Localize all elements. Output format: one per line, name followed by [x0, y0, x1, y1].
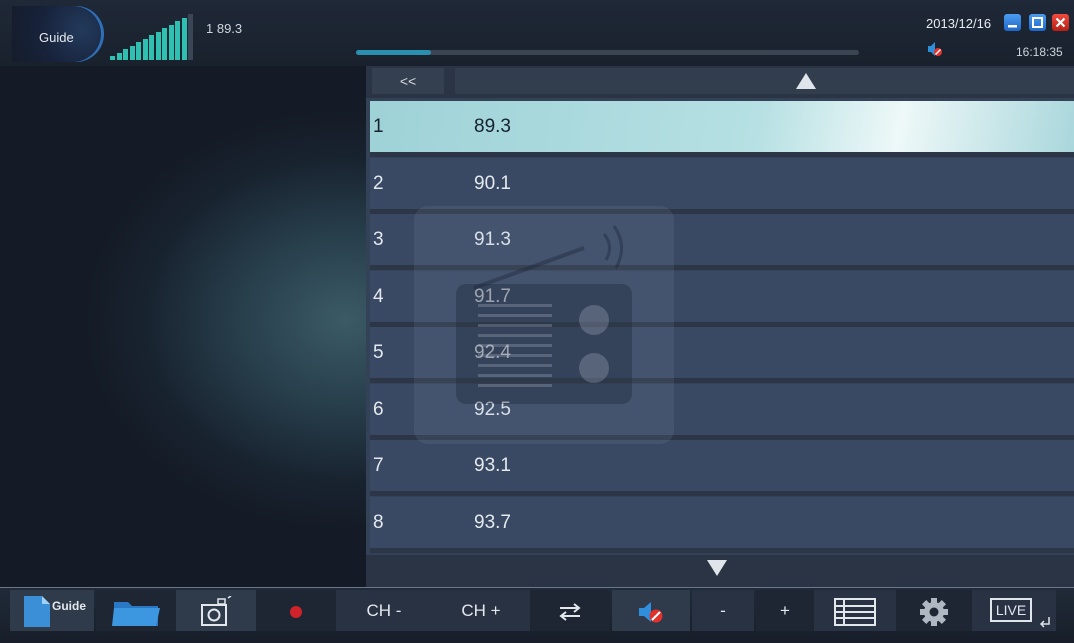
- mute-status-icon: [928, 42, 942, 56]
- record-icon: [290, 605, 302, 618]
- live-label: LIVE: [995, 602, 1027, 618]
- document-icon: [24, 596, 50, 627]
- signal-bar: [142, 38, 148, 60]
- channel-frequency: 91.3: [474, 229, 511, 250]
- channel-row[interactable]: 2 90.1: [370, 157, 1074, 214]
- channel-number: 2: [373, 172, 384, 194]
- channel-row[interactable]: 6 92.5: [370, 383, 1074, 440]
- channel-row[interactable]: 7 93.1: [370, 440, 1074, 496]
- channel-frequency: 91.7: [474, 285, 511, 307]
- channel-number: 4: [373, 285, 384, 307]
- channel-row[interactable]: 5 92.4: [370, 327, 1074, 383]
- channel-row[interactable]: 4 91.7: [370, 270, 1074, 327]
- signal-bar: [181, 17, 187, 60]
- signal-bar: [175, 21, 180, 60]
- progress-bar[interactable]: [356, 50, 859, 55]
- list-icon: [834, 597, 876, 626]
- signal-bar: [110, 56, 115, 60]
- app-window: Guide 1 89.3 2013/12/16 16:18:35 << 1 89…: [0, 0, 1074, 643]
- return-arrow-icon: [1040, 617, 1050, 628]
- channel-number: 6: [373, 398, 384, 420]
- settings-button[interactable]: [896, 590, 972, 631]
- live-tv-icon: LIVE: [990, 598, 1032, 622]
- channel-frequency: 93.1: [474, 455, 511, 476]
- list-header: <<: [366, 66, 1074, 98]
- guide-button-label: Guide: [52, 599, 87, 613]
- channel-frequency: 93.7: [474, 511, 511, 533]
- back-button[interactable]: <<: [372, 68, 444, 94]
- close-button[interactable]: [1052, 14, 1069, 31]
- channel-number: 3: [373, 229, 384, 250]
- mute-icon: [639, 601, 663, 623]
- signal-bar: [155, 31, 161, 60]
- channel-list-panel: << 1 89.3 2 90.1 3 91.3 4 91.7 5 92.4 6 92.5 7 93.1 8 9…: [366, 66, 1074, 587]
- current-frequency: 1 89.3: [206, 21, 243, 36]
- signal-bar: [116, 52, 122, 60]
- channel-number: 7: [373, 455, 384, 476]
- signal-bar: [149, 35, 154, 60]
- gear-icon: [920, 597, 948, 626]
- channel-number: 1: [373, 116, 384, 137]
- time-display: 16:18:35: [1016, 45, 1063, 59]
- mute-button[interactable]: [612, 590, 690, 631]
- live-button[interactable]: LIVE: [972, 590, 1056, 631]
- record-button[interactable]: [256, 590, 336, 631]
- guide-badge[interactable]: Guide: [12, 6, 104, 62]
- swap-arrows-icon: [559, 602, 581, 621]
- volume-up-button[interactable]: +: [756, 590, 814, 631]
- top-bar: Guide 1 89.3 2013/12/16 16:18:35: [0, 0, 1074, 66]
- guide-badge-label: Guide: [39, 30, 74, 45]
- channel-down-button[interactable]: CH -: [336, 590, 432, 631]
- bottom-toolbar: Guide CH - CH + - + LIVE: [0, 587, 1074, 643]
- channel-row[interactable]: 3 91.3: [370, 214, 1074, 270]
- progress-fill: [356, 50, 432, 55]
- snapshot-button[interactable]: [176, 590, 256, 631]
- arrow-up-icon: [796, 73, 816, 89]
- scroll-up-button[interactable]: [455, 68, 1074, 94]
- open-folder-button[interactable]: [96, 590, 176, 631]
- folder-icon: [112, 601, 160, 626]
- maximize-button[interactable]: [1029, 14, 1046, 31]
- arrow-down-icon: [707, 560, 727, 576]
- minimize-button[interactable]: [1004, 14, 1021, 31]
- channel-frequency: 92.5: [474, 398, 511, 420]
- signal-bar: [162, 28, 167, 60]
- channel-row[interactable]: 1 89.3: [370, 101, 1074, 157]
- channel-up-button[interactable]: CH +: [432, 590, 530, 631]
- signal-bar: [123, 49, 128, 60]
- signal-bar: [136, 42, 141, 60]
- scroll-down-button[interactable]: [366, 555, 1074, 587]
- signal-bar: [188, 14, 193, 60]
- signal-strength-icon: [110, 14, 202, 60]
- channel-frequency: 90.1: [474, 172, 511, 194]
- channel-list-button[interactable]: [814, 590, 896, 631]
- signal-bar: [129, 45, 135, 60]
- channel-number: 5: [373, 342, 384, 363]
- channel-frequency: 92.4: [474, 342, 511, 363]
- channel-frequency: 89.3: [474, 116, 511, 137]
- channel-number: 8: [373, 511, 384, 533]
- volume-down-button[interactable]: -: [692, 590, 754, 631]
- date-display: 2013/12/16: [926, 16, 992, 31]
- channel-row[interactable]: 8 93.7: [370, 496, 1074, 553]
- camera-icon: [201, 594, 232, 626]
- signal-bar: [168, 24, 174, 60]
- guide-button[interactable]: Guide: [10, 590, 94, 631]
- swap-button[interactable]: [530, 590, 610, 631]
